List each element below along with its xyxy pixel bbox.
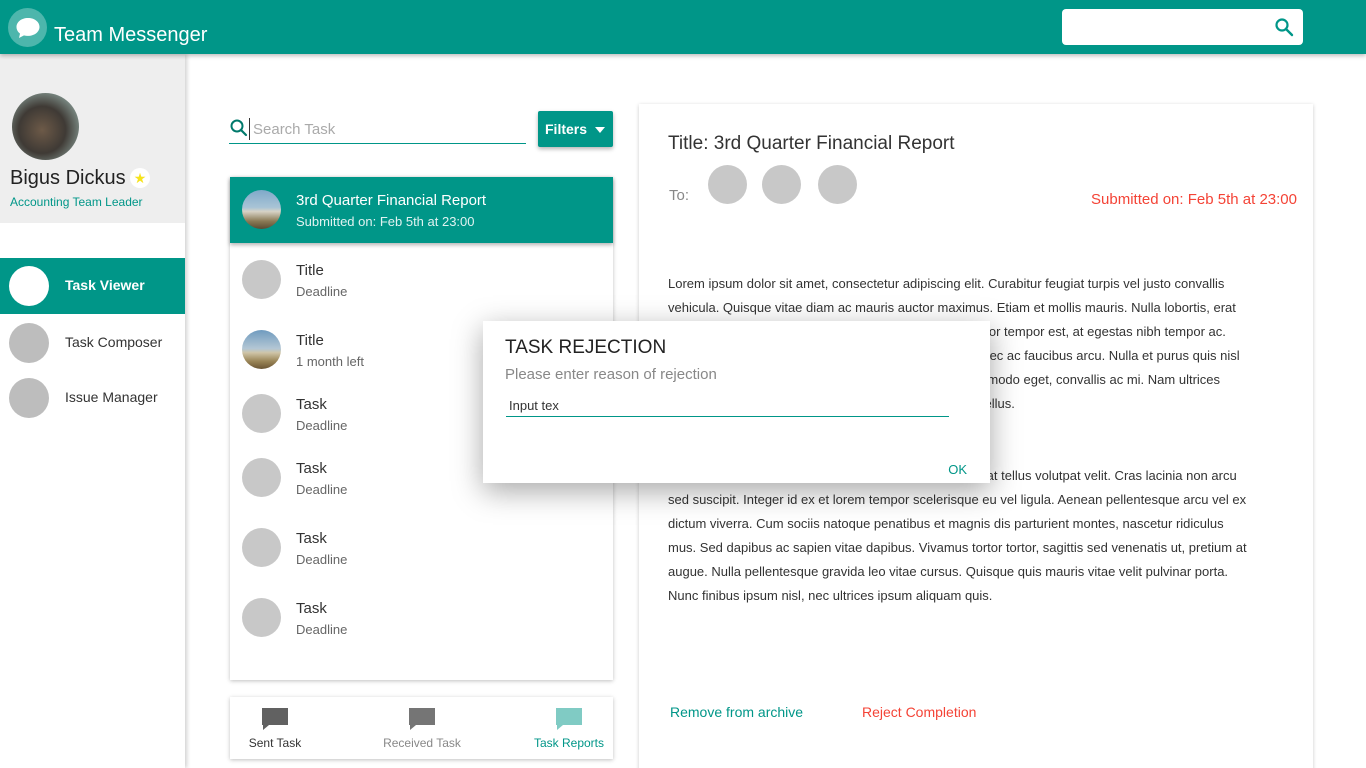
- recipient-avatar[interactable]: [762, 165, 801, 204]
- sidebar-item-label: Issue Manager: [65, 389, 158, 405]
- tab-label: Received Task: [383, 736, 461, 750]
- list-item[interactable]: Task Deadline: [230, 585, 613, 651]
- message-icon: [408, 707, 436, 731]
- task-subtitle: Submitted on: Feb 5th at 23:00: [296, 214, 475, 229]
- dialog-subtitle: Please enter reason of rejection: [505, 366, 717, 383]
- list-item[interactable]: Title Deadline: [230, 247, 613, 313]
- task-title: Task: [296, 460, 327, 477]
- ok-button[interactable]: OK: [948, 462, 967, 477]
- sidebar-item-label: Task Viewer: [65, 277, 145, 293]
- avatar: [242, 260, 281, 299]
- filters-button[interactable]: Filters: [538, 111, 613, 147]
- task-title: 3rd Quarter Financial Report: [296, 192, 487, 209]
- task-subtitle: Deadline: [296, 418, 348, 433]
- recipient-avatar[interactable]: [818, 165, 857, 204]
- user-role: Accounting Team Leader: [10, 195, 143, 209]
- submitted-date: Submitted on: Feb 5th at 23:00: [1091, 191, 1297, 208]
- app-title: Team Messenger: [54, 24, 208, 46]
- avatar: [242, 598, 281, 637]
- tab-label: Sent Task: [248, 736, 302, 750]
- nav-circle-icon: [9, 266, 49, 306]
- rejection-reason-input[interactable]: [506, 395, 949, 417]
- list-item[interactable]: 3rd Quarter Financial Report Submitted o…: [230, 177, 613, 243]
- dialog-title: TASK REJECTION: [505, 337, 667, 358]
- top-search-field[interactable]: [1062, 9, 1303, 45]
- chevron-down-icon: [595, 127, 605, 133]
- page-title: Title: 3rd Quarter Financial Report: [668, 133, 955, 154]
- task-subtitle: 1 month left: [296, 354, 364, 369]
- avatar: [242, 190, 281, 229]
- avatar: [242, 394, 281, 433]
- sidebar-item-issue-manager[interactable]: Issue Manager: [0, 370, 185, 426]
- user-profile: Bigus Dickus ★ Accounting Team Leader: [0, 54, 185, 223]
- task-rejection-dialog: TASK REJECTION Please enter reason of re…: [483, 321, 990, 483]
- top-bar: Team Messenger: [0, 0, 1366, 54]
- sidebar-item-label: Task Composer: [65, 334, 163, 350]
- recipient-avatar[interactable]: [708, 165, 747, 204]
- remove-from-archive-link[interactable]: Remove from archive: [670, 704, 803, 720]
- search-icon[interactable]: [229, 118, 249, 138]
- task-subtitle: Deadline: [296, 284, 348, 299]
- task-title: Title: [296, 332, 324, 349]
- sidebar: Bigus Dickus ★ Accounting Team Leader Ta…: [0, 54, 185, 768]
- task-title: Title: [296, 262, 324, 279]
- message-icon: [555, 707, 583, 731]
- avatar: [242, 330, 281, 369]
- star-icon: ★: [130, 168, 150, 188]
- task-subtitle: Deadline: [296, 622, 348, 637]
- search-task-input[interactable]: [249, 118, 519, 140]
- tab-sent-task[interactable]: Sent Task: [215, 697, 335, 759]
- user-name: Bigus Dickus: [10, 167, 126, 189]
- avatar[interactable]: [12, 93, 79, 160]
- message-icon: [261, 707, 289, 731]
- task-subtitle: Deadline: [296, 482, 348, 497]
- task-title: Task: [296, 396, 327, 413]
- avatar: [242, 528, 281, 567]
- to-label: To:: [669, 187, 690, 204]
- list-item[interactable]: Task Deadline: [230, 515, 613, 581]
- tab-received-task[interactable]: Received Task: [362, 697, 482, 759]
- tab-task-reports[interactable]: Task Reports: [509, 697, 629, 759]
- filters-label: Filters: [545, 121, 588, 137]
- reject-completion-link[interactable]: Reject Completion: [862, 704, 976, 720]
- nav-circle-icon: [9, 323, 49, 363]
- task-title: Task: [296, 530, 327, 547]
- chat-bubble-icon: [8, 8, 47, 47]
- task-title: Task: [296, 600, 327, 617]
- task-search: [229, 114, 526, 144]
- task-subtitle: Deadline: [296, 552, 348, 567]
- nav-circle-icon: [9, 378, 49, 418]
- bottom-tab-bar: Sent Task Received Task Task Reports: [230, 697, 613, 759]
- avatar: [242, 458, 281, 497]
- sidebar-item-task-viewer[interactable]: Task Viewer: [0, 258, 185, 314]
- sidebar-item-task-composer[interactable]: Task Composer: [0, 315, 185, 371]
- search-icon[interactable]: [1274, 17, 1294, 37]
- tab-label: Task Reports: [533, 736, 605, 750]
- body-paragraph: Nullam tincidunt eros nec diam malesuada…: [668, 468, 1247, 603]
